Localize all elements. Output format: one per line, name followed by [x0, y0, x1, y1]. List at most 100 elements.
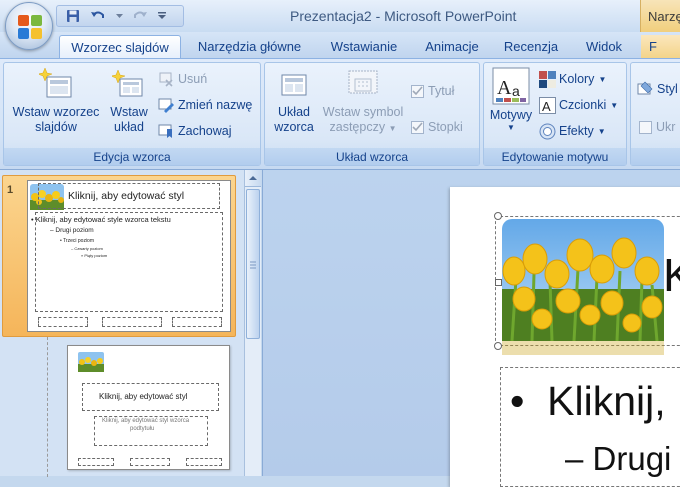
slide-number: 1	[7, 184, 14, 196]
customize-toolbar-icon[interactable]	[157, 8, 167, 24]
svg-text:A: A	[497, 77, 512, 99]
thumb2-footer-right	[186, 458, 222, 466]
delete-icon	[158, 71, 174, 87]
preserve-label: Zachowaj	[178, 124, 232, 138]
effects-dropdown-icon: ▼	[597, 126, 606, 136]
rename-button[interactable]: Zmień nazwę	[158, 95, 252, 115]
office-button[interactable]	[5, 2, 53, 50]
tab-animations[interactable]: Animacje	[418, 35, 486, 59]
themes-icon: A a	[492, 67, 530, 105]
master-layout-icon	[277, 67, 311, 101]
tab-view[interactable]: Widok	[576, 35, 632, 59]
tulip-picture-reflection	[502, 341, 664, 355]
context-tools-header: Narzę	[640, 0, 680, 32]
thumb2-subtitle-1: Kliknij, aby edytować styl wzorca	[102, 418, 190, 424]
slide-title-text: K	[663, 249, 680, 301]
group-label-edit-master: Edycja wzorca	[4, 148, 260, 165]
background-styles-button[interactable]: Styl	[637, 79, 678, 99]
ribbon: Wstaw wzorzec slajdów Wstaw układ Usuń Z…	[0, 58, 680, 170]
slide-body-text-2: – Drugi	[565, 440, 672, 477]
footers-checkbox[interactable]: Stopki	[411, 117, 463, 137]
background-styles-label: Styl	[657, 82, 678, 96]
thumb2-footer-left	[78, 458, 114, 466]
effects-button[interactable]: Efekty ▼	[539, 121, 606, 141]
resize-handle-tl[interactable]	[494, 212, 502, 220]
hide-background-check-icon	[639, 120, 652, 134]
thumb1-title: Kliknij, aby edytować styl	[68, 190, 185, 202]
tab-slide-master[interactable]: Wzorzec slajdów	[59, 35, 181, 60]
title-checkbox-label: Tytuł	[428, 84, 455, 98]
svg-text:A: A	[542, 99, 551, 114]
resize-handle-bl[interactable]	[494, 342, 502, 350]
preserve-button[interactable]: Zachowaj	[158, 121, 232, 141]
tab-review[interactable]: Recenzja	[498, 35, 564, 59]
insert-slide-master-button[interactable]: Wstaw wzorzec slajdów	[8, 67, 104, 135]
rename-label: Zmień nazwę	[178, 98, 253, 112]
thumb1-text-l5-value: Piąty poziom	[84, 253, 108, 258]
undo-dropdown-icon[interactable]	[115, 8, 123, 24]
thumb2-footer-center	[130, 458, 170, 466]
slide-body-text-1-value: Kliknij,	[547, 378, 666, 424]
hide-background-checkbox[interactable]: Ukr	[639, 117, 675, 137]
master-layout-button[interactable]: Układ wzorca	[270, 67, 318, 135]
tab-format[interactable]: F	[641, 35, 680, 59]
tab-home[interactable]: Narzędzia główne	[191, 35, 308, 59]
thumbnail-scrollbar[interactable]	[244, 170, 261, 476]
tab-insert[interactable]: Wstawianie	[322, 35, 406, 59]
title-check-icon	[411, 84, 424, 98]
scroll-thumb[interactable]	[246, 189, 260, 339]
group-edit-theme: A a Motywy ▼ Kolory ▼ A Czcionki ▼ Efekt…	[483, 62, 627, 166]
footers-checkbox-label: Stopki	[428, 120, 463, 134]
themes-dropdown-icon: ▼	[507, 123, 515, 132]
thumb1-text-l2: – Drugi poziom	[50, 227, 94, 234]
slide-body-text-1: • Kliknij,	[510, 378, 666, 424]
thumb1-footer-left	[38, 317, 88, 327]
footers-check-icon	[411, 120, 424, 134]
thumb1-text-l4: – Czwarty poziom	[71, 246, 103, 251]
group-master-layout: Układ wzorca Wstaw symbol zastępczy ▼ Ty…	[264, 62, 480, 166]
thumb2-subtitle-2: podtytułu	[130, 426, 155, 432]
colors-icon	[539, 71, 556, 88]
colors-label: Kolory	[559, 72, 595, 86]
tulip-picture[interactable]	[502, 219, 664, 341]
rename-icon	[158, 97, 174, 113]
ribbon-tabs: Wzorzec slajdów Narzędzia główne Wstawia…	[0, 32, 680, 60]
resize-handle-ml[interactable]	[495, 279, 502, 286]
effects-icon	[539, 123, 556, 140]
window-title: Prezentacja2 - Microsoft PowerPoint	[290, 8, 517, 24]
title-bar: Prezentacja2 - Microsoft PowerPoint Narz…	[0, 0, 680, 32]
thumb2-title: Kliknij, aby edytować styl	[99, 392, 188, 401]
colors-dropdown-icon: ▼	[598, 74, 607, 84]
group-label-master-layout: Układ wzorca	[265, 148, 479, 165]
layout-connector-line	[47, 337, 48, 477]
master-slide-thumbnail[interactable]: Kliknij, aby edytować styl • Kliknij, ab…	[27, 180, 231, 332]
slide-thumbnails-pane: 1 Kliknij, aby edytować styl • Kliknij, …	[0, 170, 244, 477]
thumb1-text-l5: » Piąty poziom	[81, 253, 108, 258]
insert-placeholder-button[interactable]: Wstaw symbol zastępczy ▼	[319, 67, 407, 136]
redo-icon[interactable]	[132, 8, 148, 24]
thumb1-text-l4-value: Czwarty poziom	[74, 246, 103, 251]
themes-button[interactable]: A a Motywy ▼	[487, 67, 535, 133]
fonts-dropdown-icon: ▼	[610, 100, 619, 110]
insert-placeholder-label-2: zastępczy	[329, 120, 386, 134]
insert-layout-icon	[110, 67, 146, 101]
thumb1-text-l3-value: Trzeci poziom	[63, 238, 94, 244]
tulip-image-small-icon	[78, 352, 104, 372]
group-edit-master: Wstaw wzorzec slajdów Wstaw układ Usuń Z…	[3, 62, 261, 166]
svg-text:a: a	[512, 83, 520, 99]
insert-layout-button[interactable]: Wstaw układ	[106, 67, 152, 135]
insert-slide-master-label-1: Wstaw wzorzec	[12, 105, 100, 119]
save-icon[interactable]	[65, 8, 81, 24]
undo-icon[interactable]	[90, 8, 106, 24]
themes-label: Motywy	[489, 108, 533, 122]
delete-button[interactable]: Usuń	[158, 69, 207, 89]
group-label-edit-theme: Edytowanie motywu	[484, 148, 626, 165]
fonts-button[interactable]: A Czcionki ▼	[539, 95, 618, 115]
quick-access-toolbar	[56, 5, 184, 27]
scroll-up-button[interactable]	[245, 170, 261, 187]
fonts-label: Czcionki	[559, 98, 607, 112]
colors-button[interactable]: Kolory ▼	[539, 69, 606, 89]
title-checkbox[interactable]: Tytuł	[411, 81, 454, 101]
layout-slide-thumbnail[interactable]: Kliknij, aby edytować styl Kliknij, aby …	[67, 345, 230, 470]
slide-body-text-2-value: Drugi	[592, 440, 672, 477]
